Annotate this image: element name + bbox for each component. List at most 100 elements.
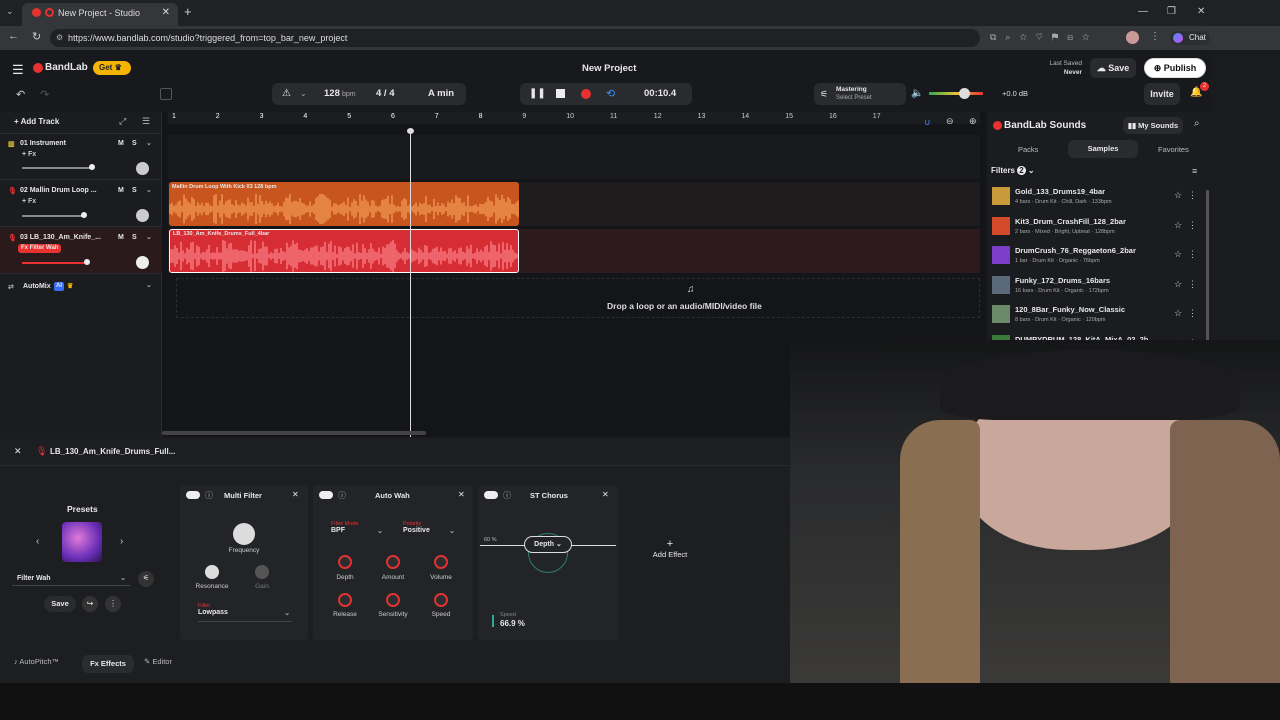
chat-button[interactable]: Chat [1170, 31, 1210, 45]
tab-favorites[interactable]: Favorites [1158, 145, 1189, 154]
mute-button[interactable]: M [118, 234, 124, 241]
url-field[interactable]: ⚙ https://www.bandlab.com/studio?trigger… [50, 29, 980, 47]
pan-knob[interactable] [136, 162, 149, 175]
favorite-star-icon[interactable]: ☆ [1174, 279, 1182, 290]
prev-preset-icon[interactable]: ‹ [36, 536, 39, 547]
track-volume-handle[interactable] [84, 259, 90, 265]
pan-knob[interactable] [136, 256, 149, 269]
info-icon[interactable]: ⓘ [503, 490, 511, 501]
filters-button[interactable]: Filters 2 ⌄ [991, 166, 1035, 175]
close-tab-icon[interactable]: ✕ [162, 3, 170, 23]
time-signature[interactable]: 4 / 4 [376, 83, 395, 105]
playhead[interactable] [410, 130, 411, 437]
remove-effect-icon[interactable]: ✕ [458, 490, 465, 499]
preset-options-icon[interactable]: ⚟ [138, 571, 154, 587]
close-window-icon[interactable]: ✕ [1197, 6, 1205, 17]
add-track-button[interactable]: + Add Track [14, 117, 59, 126]
mute-button[interactable]: M [118, 140, 124, 147]
track-volume-slider[interactable] [22, 167, 92, 169]
key-selector[interactable]: A min [428, 83, 454, 105]
zoom-in-icon[interactable]: ⊕ [969, 116, 977, 127]
preset-select[interactable]: Filter Wah ⌄ [12, 572, 130, 586]
track-row[interactable]: 🎙 02 Mallin Drum Loop ... + Fx M S ⌄ [0, 181, 162, 227]
more-options-icon[interactable]: ⋮ [1188, 249, 1197, 260]
add-fx-button[interactable]: + Fx [22, 198, 36, 205]
favorite-star-icon[interactable]: ☆ [1174, 220, 1182, 231]
loop-icon[interactable]: ⟲ [606, 83, 615, 105]
tab-samples[interactable]: Samples [1068, 140, 1138, 158]
sample-row[interactable]: 120_8Bar_Funky_Now_Classic 8 bars · Drum … [987, 300, 1210, 330]
add-fx-button[interactable]: + Fx [22, 151, 36, 158]
track-volume-slider[interactable] [22, 262, 88, 264]
effect-toggle[interactable] [484, 491, 498, 499]
gain-knob[interactable] [255, 565, 269, 579]
automix-expand-icon[interactable]: ⌄ [146, 281, 152, 289]
track-expand-icon[interactable]: ⌄ [146, 186, 152, 194]
metronome-dropdown-icon[interactable]: ⌄ [300, 83, 307, 105]
sensitivity-knob[interactable] [386, 593, 400, 607]
preset-save-button[interactable]: Save [44, 596, 76, 612]
preset-artwork[interactable] [62, 522, 102, 562]
track-row-selected[interactable]: 🎙 03 LB_130_Am_Knife_... Fx Filter Wah M… [0, 228, 162, 274]
more-options-icon[interactable]: ⋮ [1188, 279, 1197, 290]
minimize-icon[interactable]: — [1138, 6, 1148, 17]
my-sounds-button[interactable]: ▮▮ My Sounds [1123, 117, 1183, 134]
track-volume-handle[interactable] [89, 164, 95, 170]
favorite-star-icon[interactable]: ☆ [1174, 249, 1182, 260]
back-icon[interactable]: ← [8, 30, 19, 42]
horizontal-scrollbar[interactable] [162, 431, 426, 435]
info-icon[interactable]: ⓘ [205, 490, 213, 501]
timeline-ruler[interactable]: 1 2 3 4 5 6 7 8 9 10 11 12 13 14 15 16 17 [168, 112, 980, 124]
frequency-knob[interactable] [233, 523, 255, 545]
tab-list-icon[interactable]: ⌄ [6, 6, 14, 17]
maximize-icon[interactable]: ❐ [1167, 6, 1176, 17]
solo-button[interactable]: S [132, 140, 137, 147]
publish-button[interactable]: ⊕ Publish [1144, 58, 1206, 78]
undo-icon[interactable]: ↶ [16, 88, 25, 101]
automix-row[interactable]: ⇄ AutoMix AI ♛ ⌄ [0, 280, 162, 296]
lane-instrument[interactable] [168, 135, 980, 179]
sample-row[interactable]: Gold_133_Drums19_4bar 4 bars · Drum Kit ·… [987, 182, 1210, 212]
add-effect-button[interactable]: + Add Effect [640, 538, 700, 578]
track-volume-slider[interactable] [22, 215, 84, 217]
fx-badge[interactable]: Fx Filter Wah [18, 244, 62, 253]
track-name[interactable]: 02 Mallin Drum Loop ... [20, 187, 97, 194]
tab-effects[interactable]: Fx Effects [82, 655, 134, 673]
menu-dots-icon[interactable]: ⋮ [1150, 31, 1160, 42]
more-options-icon[interactable]: ⋮ [1188, 220, 1197, 231]
remove-effect-icon[interactable]: ✕ [292, 490, 299, 499]
favorite-star-icon[interactable]: ☆ [1174, 308, 1182, 319]
chorus-param-select[interactable]: Depth ⌄ [524, 536, 572, 553]
track-name[interactable]: 03 LB_130_Am_Knife_... [20, 234, 101, 241]
new-tab-icon[interactable]: + [184, 4, 192, 19]
solo-button[interactable]: S [132, 187, 137, 194]
view-toggle-icon[interactable] [160, 88, 172, 100]
amount-knob[interactable] [386, 555, 400, 569]
track-volume-handle[interactable] [81, 212, 87, 218]
sample-row[interactable]: Kit3_Drum_CrashFill_128_2bar 2 bars · Mix… [987, 212, 1210, 242]
favorite-star-icon[interactable]: ☆ [1174, 190, 1182, 201]
drop-zone[interactable]: ♫ Drop a loop or an audio/MIDI/video fil… [176, 278, 980, 318]
master-volume-handle[interactable] [959, 88, 970, 99]
mastering-button[interactable]: ⚟ Mastering Select Preset [814, 83, 906, 105]
tab-editor[interactable]: ✎ Editor [144, 657, 172, 666]
bpm-value[interactable]: 128 [324, 83, 340, 105]
save-button[interactable]: ☁ Save [1090, 58, 1136, 78]
effect-toggle[interactable] [319, 491, 333, 499]
next-preset-icon[interactable]: › [120, 536, 123, 547]
sort-icon[interactable]: ≡ [1192, 166, 1197, 176]
audio-clip[interactable]: Mallin Drum Loop With Kick 03 128 bpm [169, 182, 519, 226]
profile-avatar[interactable] [1126, 31, 1139, 44]
master-volume-slider[interactable] [929, 92, 983, 95]
filter-mode-select[interactable]: BPF ⌄ [331, 527, 385, 539]
solo-button[interactable]: S [132, 234, 137, 241]
mute-button[interactable]: M [118, 187, 124, 194]
record-icon[interactable] [581, 89, 591, 99]
playhead-handle[interactable] [407, 128, 414, 134]
pause-icon[interactable]: ❚❚ [529, 83, 546, 105]
more-options-icon[interactable]: ⋮ [1188, 190, 1197, 201]
snap-magnet-icon[interactable]: ∪ [924, 117, 931, 128]
search-icon[interactable]: ⌕ [1194, 118, 1200, 129]
browser-tab[interactable]: New Project - Studio ✕ [22, 3, 178, 26]
sample-row[interactable]: Funky_172_Drums_16bars 16 bars · Drum Kit… [987, 271, 1210, 301]
